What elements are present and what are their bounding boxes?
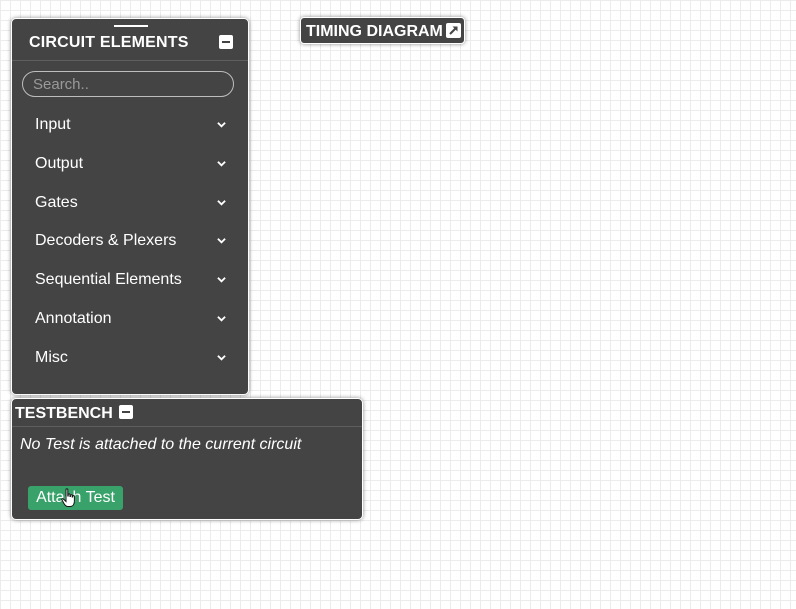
category-gates[interactable]: Gates [12,185,248,223]
drag-handle[interactable] [114,25,148,27]
category-label: Misc [35,349,68,366]
category-misc[interactable]: Misc [12,340,248,378]
chevron-down-icon [217,238,226,244]
category-label: Input [35,116,71,133]
category-decoders-plexers[interactable]: Decoders & Plexers [12,223,248,261]
hand-pointer-icon [61,488,75,507]
category-output[interactable]: Output [12,146,248,184]
category-input[interactable]: Input [12,107,248,145]
category-annotation[interactable]: Annotation [12,301,248,339]
circuit-elements-title: CIRCUIT ELEMENTS [29,34,189,51]
category-label: Annotation [35,310,112,327]
testbench-message: No Test is attached to the current circu… [20,436,302,453]
external-link-icon[interactable] [446,23,461,38]
chevron-down-icon [217,200,226,206]
circuit-elements-header[interactable]: CIRCUIT ELEMENTS [12,19,248,61]
chevron-down-icon [217,122,226,128]
minimize-icon[interactable] [119,405,133,419]
category-sequential-elements[interactable]: Sequential Elements [12,262,248,300]
category-label: Output [35,155,84,172]
timing-diagram-label: TIMING DIAGRAM [306,23,443,40]
testbench-panel: TESTBENCH No Test is attached to the cur… [11,398,363,520]
timing-diagram-button[interactable]: TIMING DIAGRAM [300,17,465,44]
testbench-header[interactable]: TESTBENCH [12,399,362,427]
minimize-icon[interactable] [219,35,233,49]
search-input[interactable] [22,71,234,97]
chevron-down-icon [217,161,226,167]
chevron-down-icon [217,355,226,361]
chevron-down-icon [217,277,226,283]
category-label: Sequential Elements [35,271,182,288]
chevron-down-icon [217,316,226,322]
category-label: Decoders & Plexers [35,232,177,249]
testbench-title: TESTBENCH [15,405,113,422]
circuit-elements-panel: CIRCUIT ELEMENTS Input Output Gates Deco… [11,18,249,395]
category-label: Gates [35,194,78,211]
